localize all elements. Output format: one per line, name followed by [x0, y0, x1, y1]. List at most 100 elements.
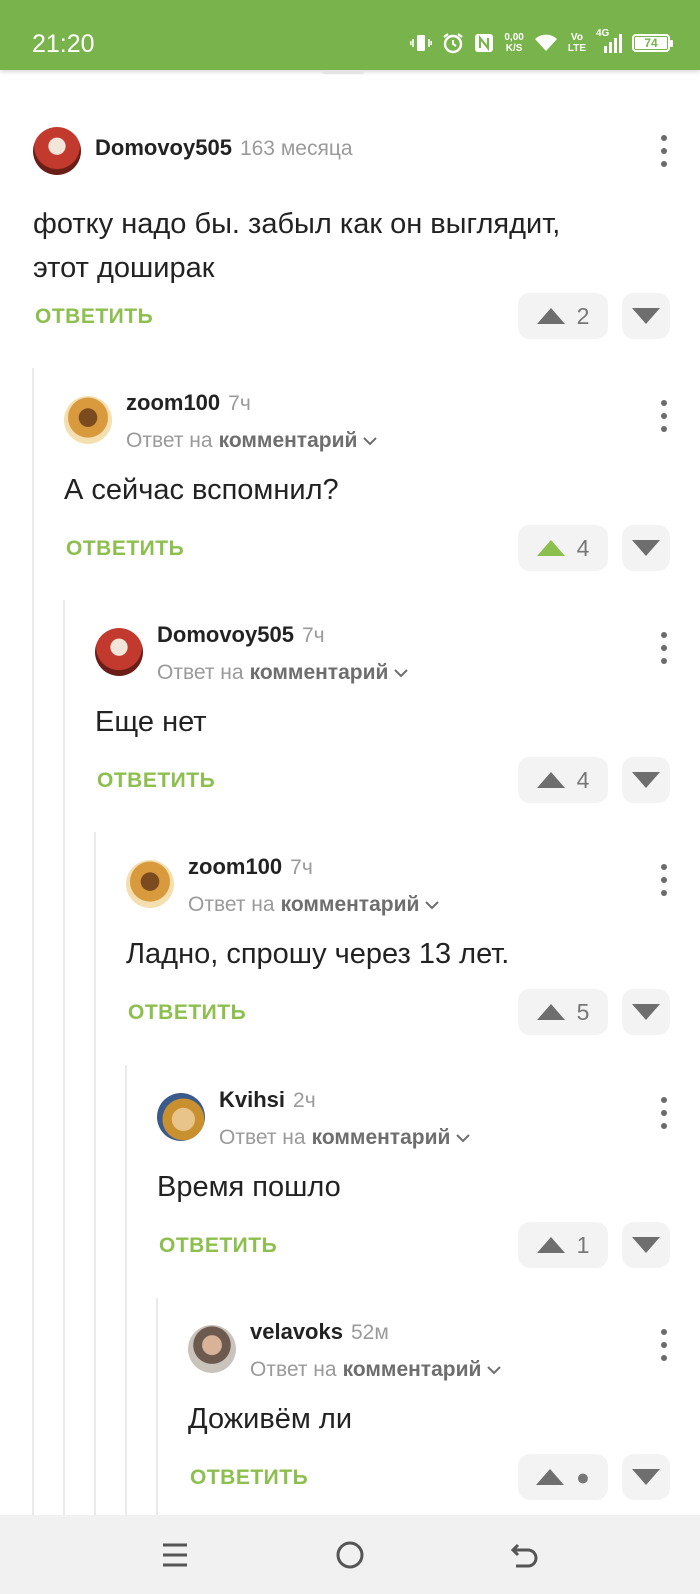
nfc-icon — [475, 34, 494, 52]
comment-time: 7ч — [228, 392, 251, 415]
reply-to-target[interactable]: комментарий — [219, 429, 358, 453]
more-options-icon[interactable] — [658, 131, 670, 171]
more-options-icon[interactable] — [658, 1093, 670, 1133]
avatar[interactable] — [64, 396, 112, 444]
reply-to-target[interactable]: комментарий — [281, 893, 420, 917]
upvote-button[interactable]: 1 — [518, 1222, 608, 1268]
more-options-icon[interactable] — [658, 1325, 670, 1365]
downvote-button[interactable] — [622, 293, 670, 339]
battery-icon: 74 — [632, 34, 673, 52]
more-options-icon[interactable] — [658, 396, 670, 436]
comments-feed[interactable]: Domovoy505 163 месяца фотку надо бы. забы… — [0, 80, 700, 1515]
reply-to-prefix: Ответ на — [188, 893, 275, 916]
author-name[interactable]: velavoks — [250, 1319, 343, 1344]
home-icon — [336, 1541, 364, 1569]
comment: Kvihsi 2ч Ответ на комментарий Время пошло… — [157, 1087, 670, 1307]
avatar[interactable] — [188, 1325, 236, 1373]
comment-author[interactable]: zoom100 7ч — [188, 854, 313, 880]
home-button[interactable] — [330, 1535, 370, 1575]
comment: velavoks 52м Ответ на комментарий Доживём … — [188, 1319, 670, 1515]
back-icon — [510, 1543, 538, 1568]
more-options-icon[interactable] — [658, 628, 670, 668]
upvote-button[interactable]: 4 — [518, 525, 608, 571]
comment: zoom100 7ч Ответ на комментарий Ладно, спр… — [126, 854, 670, 1074]
comment: Domovoy505 163 месяца фотку надо бы. забы… — [33, 125, 670, 365]
downvote-button[interactable] — [622, 989, 670, 1035]
vote-count: 4 — [576, 766, 590, 793]
status-bar: 21:20 0,00 K/S Vo LTE 4G 74 — [0, 0, 700, 70]
volte-indicator: Vo LTE — [568, 32, 586, 54]
author-name[interactable]: zoom100 — [188, 854, 282, 879]
system-navigation-bar — [0, 1515, 700, 1594]
downvote-button[interactable] — [622, 1454, 670, 1500]
comment: Domovoy505 7ч Ответ на комментарий Еще нет… — [95, 622, 670, 842]
comment-text: Время пошло — [157, 1171, 341, 1203]
comment-author[interactable]: Domovoy505 163 месяца — [95, 135, 353, 161]
arrow-up-icon — [536, 772, 565, 788]
reply-button[interactable]: ОТВЕТИТЬ — [66, 537, 184, 561]
comment-time: 163 месяца — [239, 137, 353, 160]
author-name[interactable]: zoom100 — [126, 390, 220, 415]
reply-to-link[interactable]: Ответ на комментарий — [250, 1358, 502, 1382]
network-speed: 0,00 K/S — [504, 32, 523, 54]
avatar[interactable] — [33, 127, 81, 175]
avatar[interactable] — [157, 1093, 205, 1141]
back-button[interactable] — [505, 1535, 545, 1575]
reply-to-prefix: Ответ на — [250, 1358, 337, 1381]
arrow-down-icon — [632, 1469, 660, 1485]
chevron-down-icon — [425, 901, 440, 910]
reply-to-link[interactable]: Ответ на комментарий — [126, 429, 378, 453]
arrow-up-icon — [536, 540, 565, 556]
reply-to-link[interactable]: Ответ на комментарий — [188, 893, 440, 917]
avatar[interactable] — [126, 860, 174, 908]
comment-author[interactable]: zoom100 7ч — [126, 390, 251, 416]
menu-icon — [163, 1543, 187, 1567]
arrow-down-icon — [632, 1004, 660, 1020]
author-name[interactable]: Domovoy505 — [157, 622, 294, 647]
vote-count: ● — [576, 1463, 590, 1490]
comment-author[interactable]: velavoks 52м — [250, 1319, 389, 1345]
reply-button[interactable]: ОТВЕТИТЬ — [35, 305, 153, 329]
reply-to-target[interactable]: комментарий — [312, 1126, 451, 1150]
speed-value: 0,00 — [504, 32, 524, 43]
menu-button[interactable] — [155, 1535, 195, 1575]
battery-level: 74 — [635, 37, 667, 49]
downvote-button[interactable] — [622, 1222, 670, 1268]
comment-text: Доживём ли — [188, 1403, 353, 1435]
arrow-down-icon — [632, 772, 660, 788]
reply-to-prefix: Ответ на — [157, 661, 244, 684]
avatar[interactable] — [95, 628, 143, 676]
upvote-button[interactable]: 5 — [518, 989, 608, 1035]
vibrate-icon — [410, 35, 433, 51]
comment-text: фотку надо бы. забыл как он выглядит, эт… — [33, 202, 560, 290]
comment-author[interactable]: Kvihsi 2ч — [219, 1087, 316, 1113]
vote-count: 5 — [576, 998, 590, 1025]
author-name[interactable]: Domovoy505 — [95, 135, 232, 160]
reply-button[interactable]: ОТВЕТИТЬ — [128, 1001, 246, 1025]
reply-to-target[interactable]: комментарий — [343, 1358, 482, 1382]
reply-to-link[interactable]: Ответ на комментарий — [157, 661, 409, 685]
author-name[interactable]: Kvihsi — [219, 1087, 285, 1112]
reply-button[interactable]: ОТВЕТИТЬ — [97, 769, 215, 793]
reply-button[interactable]: ОТВЕТИТЬ — [159, 1234, 277, 1258]
comment-time: 7ч — [301, 624, 325, 647]
vote-count: 1 — [576, 1231, 590, 1258]
more-options-icon[interactable] — [658, 860, 670, 900]
upvote-button[interactable]: 2 — [518, 293, 608, 339]
arrow-up-icon — [536, 1469, 565, 1485]
vote-count: 4 — [576, 534, 590, 561]
upvote-button[interactable]: 4 — [518, 757, 608, 803]
comment-author[interactable]: Domovoy505 7ч — [157, 622, 325, 648]
downvote-button[interactable] — [622, 525, 670, 571]
downvote-button[interactable] — [622, 757, 670, 803]
arrow-down-icon — [632, 308, 660, 324]
comment-text-line: фотку надо бы. забыл как он выглядит, — [33, 208, 561, 240]
reply-to-target[interactable]: комментарий — [250, 661, 389, 685]
reply-to-link[interactable]: Ответ на комментарий — [219, 1126, 471, 1150]
reply-button[interactable]: ОТВЕТИТЬ — [190, 1466, 308, 1490]
wifi-icon — [534, 34, 557, 51]
upvote-button[interactable]: ● — [518, 1454, 608, 1500]
thread-line — [156, 1298, 158, 1515]
thread-line — [125, 1065, 127, 1515]
thread-line — [94, 832, 96, 1515]
